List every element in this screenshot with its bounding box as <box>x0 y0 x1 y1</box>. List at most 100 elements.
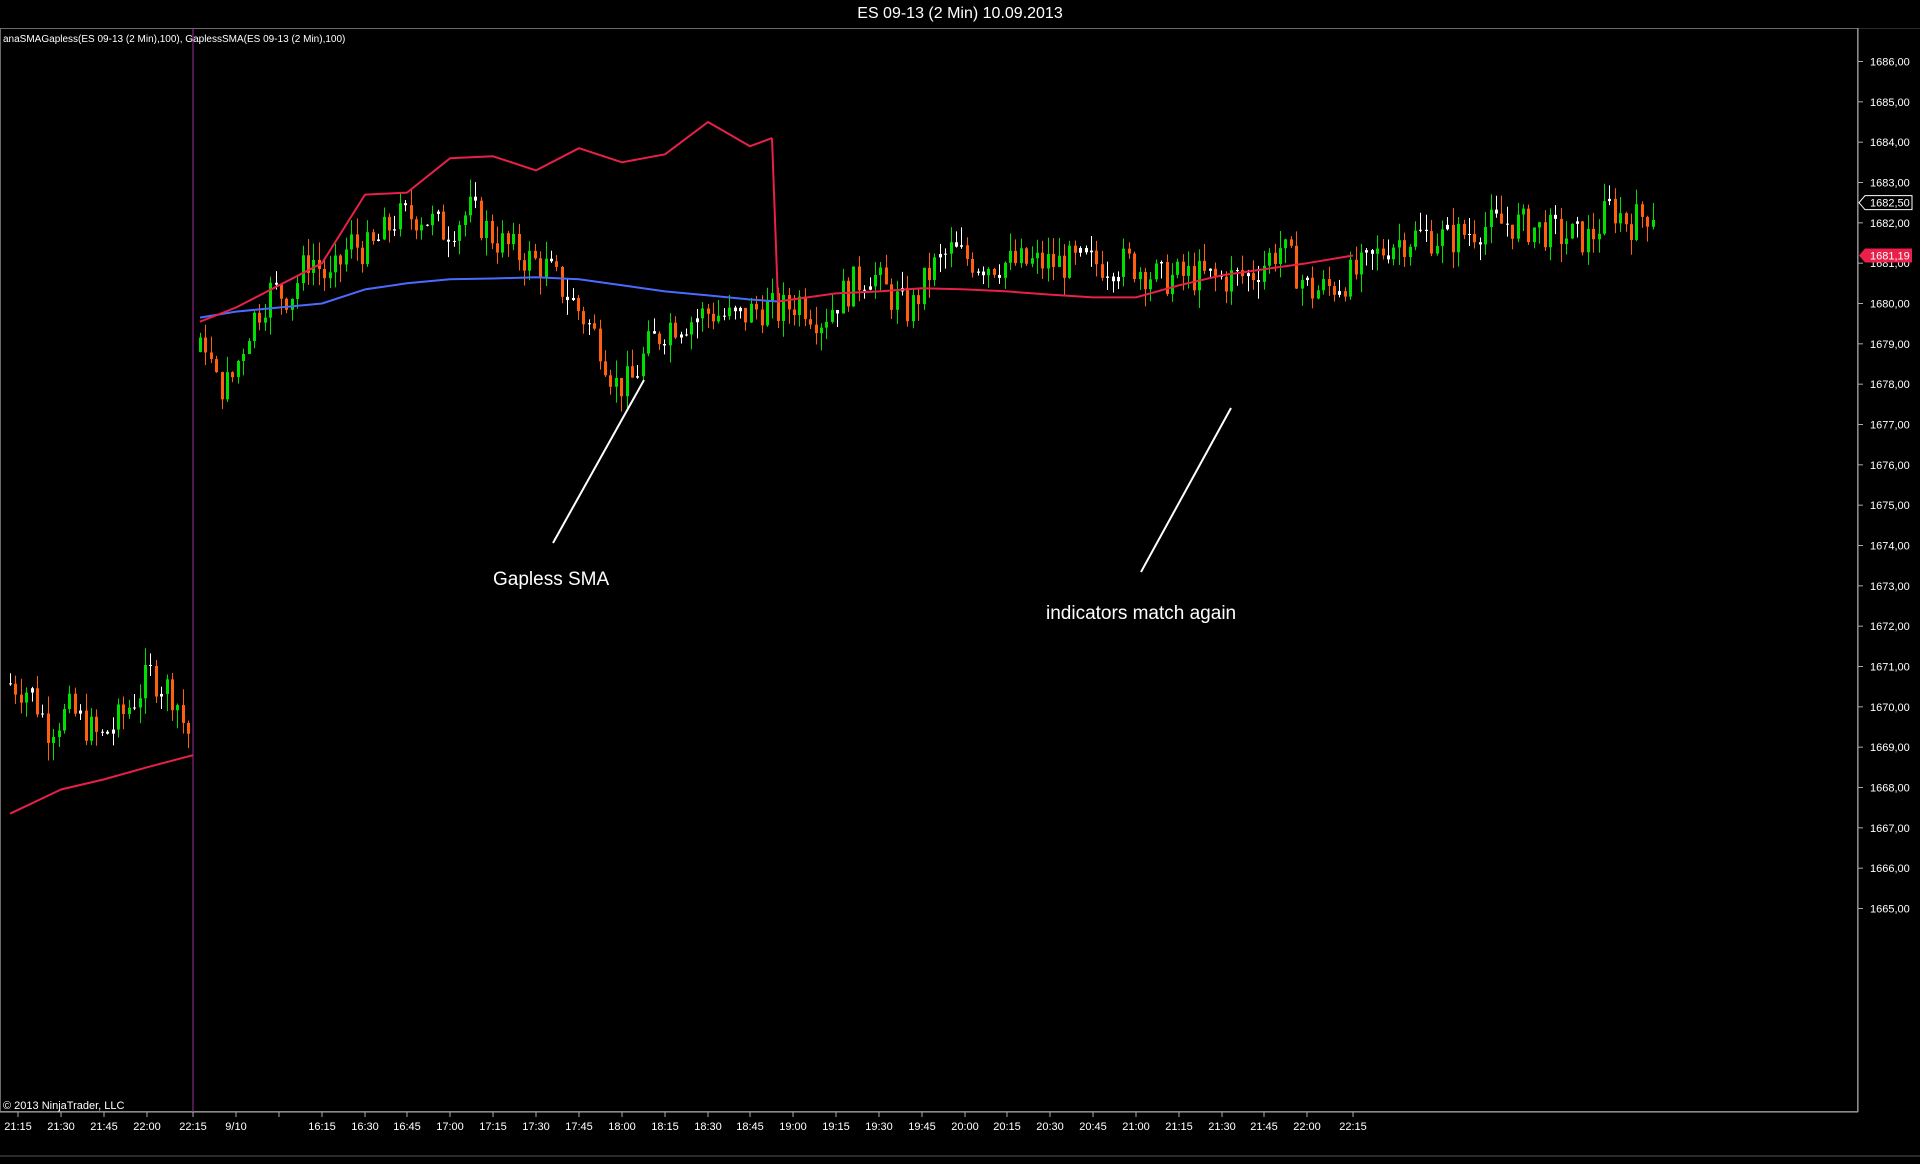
candle-body <box>1101 264 1104 278</box>
price-chart[interactable]: Gapless SMA indicators match again anaSM… <box>0 28 1920 1159</box>
price-tick-label: 1671,00 <box>1870 662 1910 674</box>
candle-body <box>1365 250 1368 253</box>
candle-body <box>1117 276 1120 282</box>
candle-body <box>231 372 234 378</box>
candle-body <box>1284 239 1287 249</box>
candle-body <box>1565 238 1568 245</box>
candle-body <box>852 266 855 307</box>
candle-body <box>469 196 472 216</box>
candle-body <box>1171 274 1174 295</box>
candle-body <box>501 233 504 253</box>
candle-body <box>1652 220 1655 227</box>
candle-body <box>923 267 926 305</box>
candle-body <box>431 213 434 226</box>
candle-body <box>215 358 218 373</box>
sma-jump-segment <box>771 138 779 302</box>
candle-body <box>1549 214 1552 248</box>
candle-body <box>545 258 548 278</box>
candle-body <box>1419 229 1422 231</box>
candle-body <box>85 710 88 741</box>
candle-body <box>1144 272 1147 290</box>
candle-body <box>182 705 185 723</box>
time-tick-label: 9/10 <box>225 1121 246 1133</box>
candle-body <box>47 713 50 743</box>
price-tick-label: 1677,00 <box>1870 420 1910 432</box>
candle-body <box>966 245 969 259</box>
time-axis[interactable]: 21:15 21:30 21:45 22:00 22:15 9/10 16:15 16:30 1… <box>4 1112 1367 1133</box>
candle-body <box>383 216 386 240</box>
time-tick-label: 21:15 <box>4 1121 32 1133</box>
candle-body <box>734 307 737 312</box>
candle-body <box>1133 253 1136 280</box>
sma-value-label: 1681,19 <box>1870 251 1910 263</box>
candle-body <box>858 266 861 291</box>
candle-body <box>176 705 179 711</box>
candle-body <box>1538 222 1541 228</box>
candle-body <box>1500 213 1503 224</box>
candle-body <box>1187 265 1190 276</box>
candle-body <box>1349 259 1352 297</box>
candle-body <box>831 310 834 322</box>
candle-body <box>79 710 82 714</box>
time-tick-label: 18:30 <box>694 1121 722 1133</box>
candle-body <box>626 366 629 397</box>
candle-body <box>1193 265 1196 291</box>
candle-body <box>420 224 423 231</box>
candle-body <box>1371 250 1374 254</box>
candle-body <box>1036 252 1039 259</box>
candle-body <box>874 274 877 287</box>
candle-body <box>372 232 375 242</box>
candle-body <box>842 280 845 314</box>
sma-line-0 <box>9 754 194 815</box>
candle-body <box>242 354 245 361</box>
window-title: ES 09-13 (2 Min) 10.09.2013 <box>0 0 1920 29</box>
candle-body <box>1214 268 1217 276</box>
candle-body <box>950 242 953 254</box>
copyright-text: © 2013 NinjaTrader, LLC <box>3 1100 124 1112</box>
candle-body <box>1463 223 1466 235</box>
candle-body <box>1176 261 1179 275</box>
chart-area[interactable]: Gapless SMA indicators match again anaSM… <box>0 28 1920 1159</box>
candle-body <box>1625 213 1628 225</box>
candle-body <box>728 307 731 317</box>
price-axis[interactable]: 1665,00 1666,00 1667,00 1668,00 1669,00 1670,… <box>1858 57 1910 916</box>
candle-body <box>1398 240 1401 248</box>
time-tick-label: 21:30 <box>47 1121 75 1133</box>
time-tick-label: 19:15 <box>822 1121 850 1133</box>
candle-body <box>712 313 715 322</box>
candle-body <box>187 722 190 734</box>
candle-body <box>1646 216 1649 227</box>
candle-body <box>815 324 818 334</box>
candle-body <box>863 289 866 291</box>
candle-body <box>350 234 353 250</box>
annotation-pointer-match <box>1140 407 1232 573</box>
candle-body <box>63 709 66 731</box>
candle-body <box>609 375 612 387</box>
candle-body <box>1495 209 1498 214</box>
candle-body <box>1095 250 1098 265</box>
annotation-gapless-sma: Gapless SMA <box>493 569 609 590</box>
candle-body <box>1533 227 1536 243</box>
candle-body <box>366 232 369 265</box>
candle-body <box>836 310 839 314</box>
candle-body <box>117 704 120 730</box>
candle-body <box>1068 245 1071 278</box>
candle-body <box>1506 223 1509 225</box>
candle-body <box>1387 255 1390 260</box>
candle-body <box>1571 223 1574 239</box>
candle-body <box>744 307 747 323</box>
candle-body <box>1603 201 1606 234</box>
candle-body <box>334 255 337 273</box>
candle-body <box>464 215 467 226</box>
time-tick-label: 17:00 <box>436 1121 464 1133</box>
candle-body <box>144 664 147 699</box>
candle-body <box>1376 248 1379 254</box>
candle-body <box>1457 223 1460 253</box>
candle-body <box>1203 260 1206 271</box>
candle-body <box>1112 276 1115 282</box>
time-tick-label: 17:15 <box>479 1121 507 1133</box>
candle-body <box>1581 221 1584 253</box>
price-tick-label: 1675,00 <box>1870 500 1910 512</box>
candle-body <box>447 239 450 242</box>
candle-body <box>1333 286 1336 295</box>
